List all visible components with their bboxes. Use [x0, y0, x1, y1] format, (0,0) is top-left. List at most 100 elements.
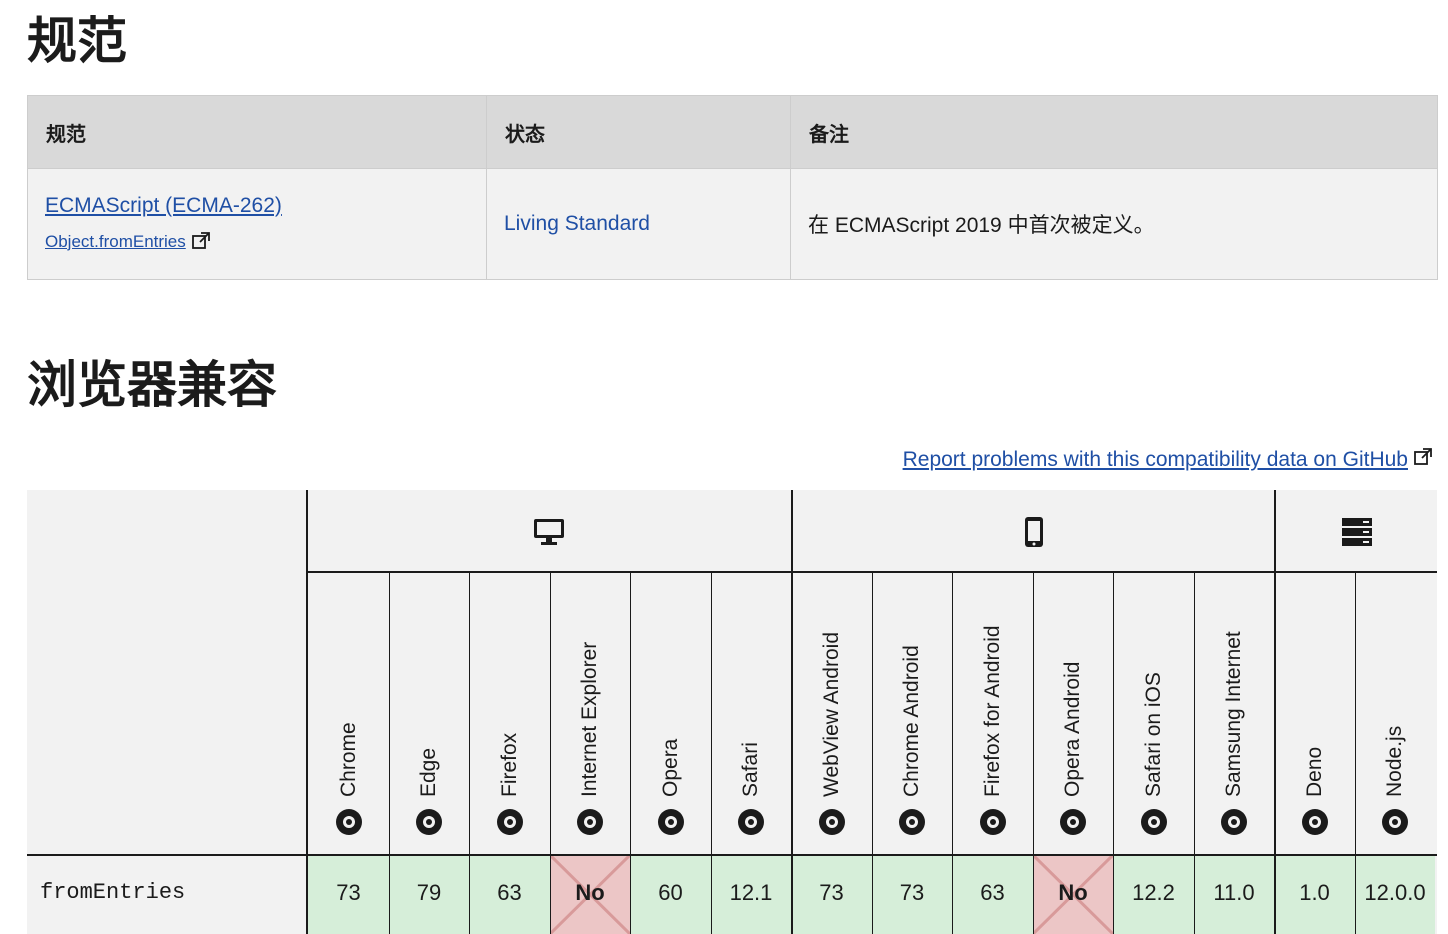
- feature-name-fromentries: fromEntries: [40, 880, 186, 905]
- spec-column-header: 规范: [27, 95, 487, 169]
- browser-name: Samsung Internet: [1222, 631, 1245, 797]
- support-version: 79: [416, 880, 442, 905]
- ie-icon: [577, 809, 603, 835]
- support-version: 73: [336, 880, 361, 905]
- samsung-icon: [1221, 809, 1247, 835]
- chrome-icon: [899, 809, 925, 835]
- table-border: [306, 490, 308, 934]
- browser-name: Edge: [417, 747, 440, 797]
- spec-table-row: ECMAScript (ECMA-262) Object.fromEntries…: [27, 168, 1438, 280]
- support-cell-opera-android[interactable]: No: [1033, 855, 1113, 934]
- firefox-icon: [496, 809, 523, 835]
- support-cell-chrome[interactable]: 73: [308, 855, 389, 934]
- browser-header-safari-on-ios: Safari on iOS: [1113, 572, 1194, 855]
- column-divider: [630, 572, 631, 934]
- support-cell-internet-explorer[interactable]: No: [550, 855, 630, 934]
- browser-header-firefox: Firefox: [469, 572, 550, 855]
- support-cell-firefox[interactable]: 63: [469, 855, 550, 934]
- browser-header-samsung-internet: Samsung Internet: [1194, 572, 1274, 855]
- table-border: [306, 571, 1437, 573]
- column-divider: [1355, 572, 1356, 934]
- browser-header-webview-android: WebView Android: [791, 572, 872, 855]
- support-version: 63: [497, 880, 522, 905]
- support-cell-opera[interactable]: 60: [630, 855, 711, 934]
- browser-header-firefox-for-android: Firefox for Android: [952, 572, 1033, 855]
- ecmascript-spec-link[interactable]: ECMAScript (ECMA-262): [45, 194, 282, 217]
- support-cell-firefox-for-android[interactable]: 63: [952, 855, 1033, 934]
- browser-header-chrome-android: Chrome Android: [872, 572, 952, 855]
- support-cell-edge[interactable]: 79: [389, 855, 469, 934]
- support-cell-chrome-android[interactable]: 73: [872, 855, 952, 934]
- nodejs-icon: [1382, 809, 1408, 835]
- living-standard-link[interactable]: Living Standard: [504, 212, 650, 235]
- browser-name: Node.js: [1383, 725, 1406, 797]
- browser-compatibility-heading: 浏览器兼容: [27, 355, 277, 414]
- column-divider: [469, 572, 470, 934]
- browser-name: Safari on iOS: [1141, 672, 1165, 797]
- support-version: No: [575, 880, 605, 905]
- support-version: 11.0: [1213, 880, 1255, 905]
- browser-name: Firefox: [497, 732, 521, 797]
- edge-icon: [416, 809, 442, 835]
- spec-table-header-row: 规范 状态 备注: [27, 95, 1438, 169]
- status-cell: Living Standard: [486, 168, 791, 280]
- opera-icon: [1060, 809, 1086, 835]
- table-border: [27, 854, 1437, 856]
- support-cell-node-js[interactable]: 12.0.0: [1355, 855, 1435, 934]
- browser-name: Chrome: [336, 722, 360, 797]
- external-link-icon: [1414, 448, 1434, 472]
- spec-cell: ECMAScript (ECMA-262) Object.fromEntries: [27, 168, 487, 280]
- browser-header-deno: Deno: [1274, 572, 1355, 855]
- table-border: [791, 490, 793, 934]
- support-cell-safari[interactable]: 12.1: [711, 855, 791, 934]
- support-cell-deno[interactable]: 1.0: [1274, 855, 1355, 934]
- column-divider: [1033, 572, 1034, 934]
- column-divider: [1194, 572, 1195, 934]
- browser-header-opera-android: Opera Android: [1033, 572, 1113, 855]
- support-version: 1.0: [1299, 880, 1330, 905]
- server-icon: [1337, 516, 1377, 548]
- firefox-icon: [979, 809, 1006, 835]
- browser-header-chrome: Chrome: [308, 572, 389, 855]
- desktop-icon: [529, 516, 569, 548]
- browser-header-edge: Edge: [389, 572, 469, 855]
- support-version: 63: [980, 880, 1005, 905]
- support-version: 73: [819, 880, 844, 905]
- safari-icon: [738, 809, 764, 835]
- support-version: 12.2: [1132, 880, 1175, 905]
- table-border: [1274, 490, 1276, 934]
- compatibility-table: Chrome 73 Edge 79 Firefox 63 Internet Explorer…: [27, 490, 1437, 934]
- support-version: No: [1058, 880, 1088, 905]
- mobile-icon: [1014, 516, 1054, 548]
- support-cell-safari-on-ios[interactable]: 12.2: [1113, 855, 1194, 934]
- report-problems-link-text: Report problems with this compatibility …: [902, 448, 1408, 471]
- support-cell-webview-android[interactable]: 73: [791, 855, 872, 934]
- support-version: 73: [899, 880, 925, 905]
- browser-name: Opera: [658, 738, 682, 797]
- column-divider: [952, 572, 953, 934]
- column-divider: [550, 572, 551, 934]
- browser-header-safari: Safari: [711, 572, 791, 855]
- android-icon: [818, 809, 845, 835]
- external-link-icon: [191, 231, 212, 255]
- browser-name: Safari: [739, 742, 762, 797]
- object-fromentries-link-text: Object.fromEntries: [45, 231, 186, 251]
- note-cell: 在 ECMAScript 2019 中首次被定义。: [790, 168, 1438, 280]
- note-column-header: 备注: [790, 95, 1438, 169]
- browser-name: Firefox for Android: [980, 625, 1004, 797]
- support-cell-samsung-internet[interactable]: 11.0: [1194, 855, 1274, 934]
- chrome-icon: [335, 809, 362, 835]
- column-divider: [1113, 572, 1114, 934]
- report-problems-link[interactable]: Report problems with this compatibility …: [903, 448, 1434, 472]
- specifications-heading: 规范: [27, 11, 127, 70]
- browser-name: Opera Android: [1061, 661, 1084, 797]
- column-divider: [389, 572, 390, 934]
- browser-header-opera: Opera: [630, 572, 711, 855]
- column-divider: [711, 572, 712, 934]
- status-column-header: 状态: [486, 95, 791, 169]
- support-version: 12.1: [729, 880, 773, 905]
- column-divider: [872, 572, 873, 934]
- deno-icon: [1301, 809, 1328, 835]
- browser-name: Deno: [1302, 746, 1326, 797]
- object-fromentries-link[interactable]: Object.fromEntries: [45, 232, 186, 252]
